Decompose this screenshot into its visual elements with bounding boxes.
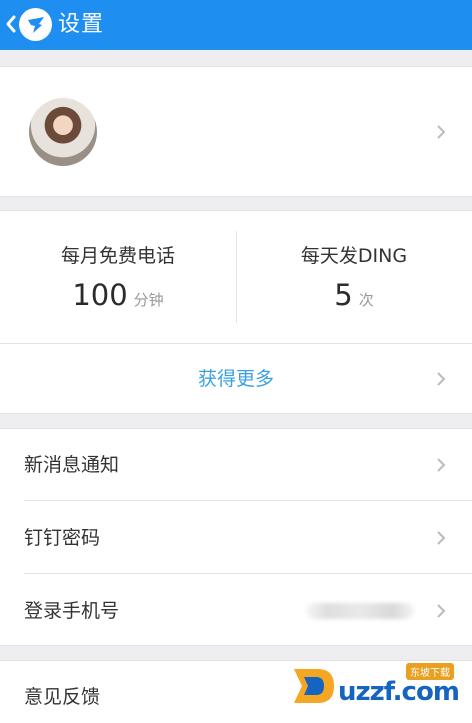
row-divider [24, 500, 472, 501]
list-item-label: 新消息通知 [24, 454, 120, 476]
daily-ding-label: 每天发DING [300, 245, 408, 267]
list-item-password[interactable]: 钉钉密码 [0, 502, 472, 574]
list-item-phone[interactable]: 登录手机号 [0, 575, 472, 647]
back-arrow-icon [6, 15, 16, 33]
get-more-button[interactable]: 获得更多 [0, 344, 472, 414]
watermark-text: uzzf.com [338, 677, 460, 707]
page-title: 设置 [58, 12, 105, 37]
chevron-right-icon [437, 458, 446, 472]
chevron-right-icon [437, 531, 446, 545]
watermark-logo-icon [294, 669, 334, 703]
chevron-right-icon [437, 125, 446, 139]
avatar [29, 98, 97, 166]
phone-number-redacted [306, 603, 414, 619]
list-item-notifications[interactable]: 新消息通知 [0, 429, 472, 501]
row-divider [24, 573, 472, 574]
back-button[interactable] [4, 13, 18, 35]
chevron-right-icon [437, 372, 446, 386]
site-watermark: 东坡下载 uzzf.com [288, 663, 464, 709]
list-item-label: 登录手机号 [24, 600, 120, 622]
list-item-label: 意见反馈 [24, 686, 101, 708]
daily-ding-unit: 次 [358, 291, 374, 309]
benefits-card: 每月免费电话 100 分钟 每天发DING 5 次 获得更多 [0, 210, 472, 414]
profile-card[interactable] [0, 66, 472, 197]
free-calls-stat: 每月免费电话 100 分钟 [0, 211, 236, 341]
list-item-label: 钉钉密码 [24, 527, 101, 549]
chevron-right-icon [437, 604, 446, 618]
free-calls-label: 每月免费电话 [60, 245, 175, 267]
daily-ding-stat: 每天发DING 5 次 [236, 211, 472, 341]
free-calls-value: 100 [72, 278, 128, 312]
daily-ding-value: 5 [334, 278, 353, 312]
dingtalk-logo-icon [19, 8, 52, 41]
title-bar: 设置 [0, 0, 472, 50]
free-calls-unit: 分钟 [133, 291, 164, 309]
settings-list: 新消息通知 钉钉密码 登录手机号 [0, 428, 472, 646]
